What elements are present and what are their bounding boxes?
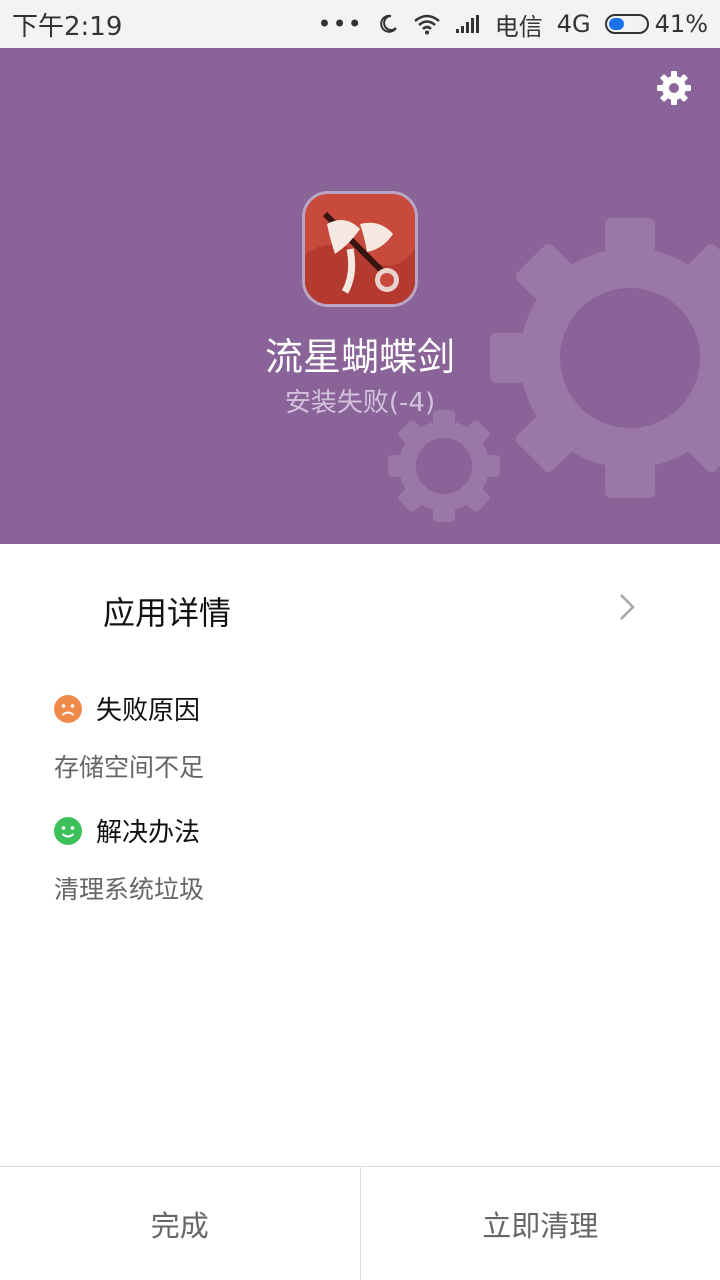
game-logo-icon — [305, 194, 415, 304]
clean-now-button[interactable]: 立即清理 — [361, 1167, 720, 1280]
status-time: 下午2:19 — [12, 11, 123, 42]
background-gear-small-icon — [388, 410, 500, 522]
battery-percent: 41% — [654, 10, 708, 38]
signal-icon — [455, 15, 479, 33]
moon-icon — [379, 14, 397, 33]
wifi-icon — [413, 14, 440, 35]
app-details-row[interactable]: 应用详情 — [0, 544, 720, 670]
carrier-label: 电信 — [494, 12, 543, 41]
bottom-action-bar: 完成 立即清理 — [0, 1166, 720, 1280]
solution-title: 解决办法 — [96, 818, 201, 848]
status-indicators: ••• 电信 4G 41% — [317, 7, 708, 42]
network-type: 4G — [556, 10, 591, 38]
app-icon — [302, 191, 418, 307]
app-header: 流星蝴蝶剑 安装失败(-4) — [0, 48, 720, 544]
battery-fill — [608, 18, 624, 30]
solution-text: 清理系统垃圾 — [54, 875, 205, 904]
chevron-right-icon — [620, 594, 635, 620]
battery-indicator: 41% — [604, 10, 708, 38]
more-dots-icon: ••• — [317, 10, 363, 38]
status-bar: 下午2:19 ••• 电信 4G 41% — [0, 0, 720, 48]
solution-heading: 解决办法 — [54, 812, 200, 849]
app-name: 流星蝴蝶剑 — [264, 335, 455, 379]
sad-face-icon — [54, 694, 82, 723]
done-button[interactable]: 完成 — [0, 1167, 361, 1280]
app-details-label: 应用详情 — [103, 594, 232, 632]
failure-reason-title: 失败原因 — [96, 696, 201, 726]
failure-reason-text: 存储空间不足 — [54, 753, 205, 782]
smile-face-icon — [54, 816, 82, 845]
settings-gear-icon[interactable] — [656, 70, 692, 106]
battery-icon — [604, 14, 649, 34]
install-status: 安装失败(-4) — [284, 388, 436, 418]
failure-reason-heading: 失败原因 — [54, 690, 200, 727]
